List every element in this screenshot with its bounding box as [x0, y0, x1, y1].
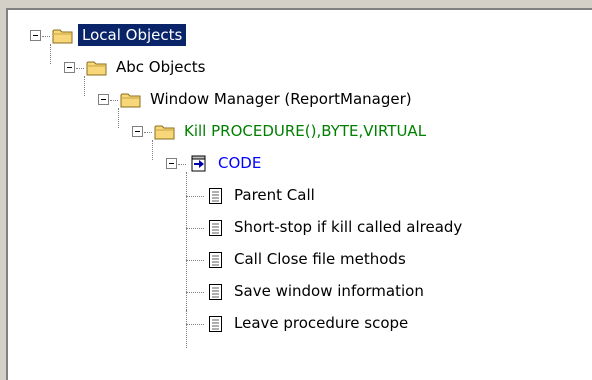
tree-node-short-stop[interactable]: Short-stop if kill called already: [8, 214, 592, 242]
folder-icon: [86, 61, 107, 76]
tree-node-label: Short-stop if kill called already: [234, 218, 463, 236]
folder-icon: [52, 29, 73, 44]
document-icon: [209, 252, 222, 268]
tree-node-code[interactable]: CODE: [8, 150, 592, 178]
collapse-toggle[interactable]: [98, 94, 109, 105]
tree-node-local-objects[interactable]: Local Objects: [8, 22, 592, 50]
tree-node-leave-procedure-scope[interactable]: Leave procedure scope: [8, 310, 592, 338]
tree-node-label: Window Manager (ReportManager): [150, 90, 412, 108]
folder-icon: [120, 93, 141, 108]
collapse-toggle[interactable]: [132, 126, 143, 137]
collapse-toggle[interactable]: [166, 158, 177, 169]
tree-node-label: CODE: [218, 154, 262, 172]
collapse-toggle[interactable]: [64, 62, 75, 73]
tree-view[interactable]: Local Objects Abc Objects Window Manager…: [6, 8, 592, 380]
tree-node-label: Save window information: [234, 282, 424, 300]
folder-icon: [154, 125, 175, 140]
tree-content: Local Objects Abc Objects Window Manager…: [8, 10, 592, 380]
collapse-toggle[interactable]: [30, 30, 41, 41]
tree-node-label: Kill PROCEDURE(),BYTE,VIRTUAL: [184, 122, 427, 140]
tree-node-label: Abc Objects: [116, 58, 206, 76]
tree-node-save-window-information[interactable]: Save window information: [8, 278, 592, 306]
tree-node-parent-call[interactable]: Parent Call: [8, 182, 592, 210]
tree-node-call-close-file-methods[interactable]: Call Close file methods: [8, 246, 592, 274]
document-icon: [209, 188, 222, 204]
tree-node-label: Parent Call: [234, 186, 315, 204]
tree-node-label: Local Objects: [78, 24, 187, 46]
tree-node-label: Call Close file methods: [234, 250, 406, 268]
tree-node-kill-procedure[interactable]: Kill PROCEDURE(),BYTE,VIRTUAL: [8, 118, 592, 146]
tree-node-abc-objects[interactable]: Abc Objects: [8, 54, 592, 82]
document-icon: [209, 316, 222, 332]
code-embed-icon: [191, 155, 206, 172]
document-icon: [209, 284, 222, 300]
tree-node-window-manager[interactable]: Window Manager (ReportManager): [8, 86, 592, 114]
document-icon: [209, 220, 222, 236]
tree-node-label: Leave procedure scope: [234, 314, 409, 332]
